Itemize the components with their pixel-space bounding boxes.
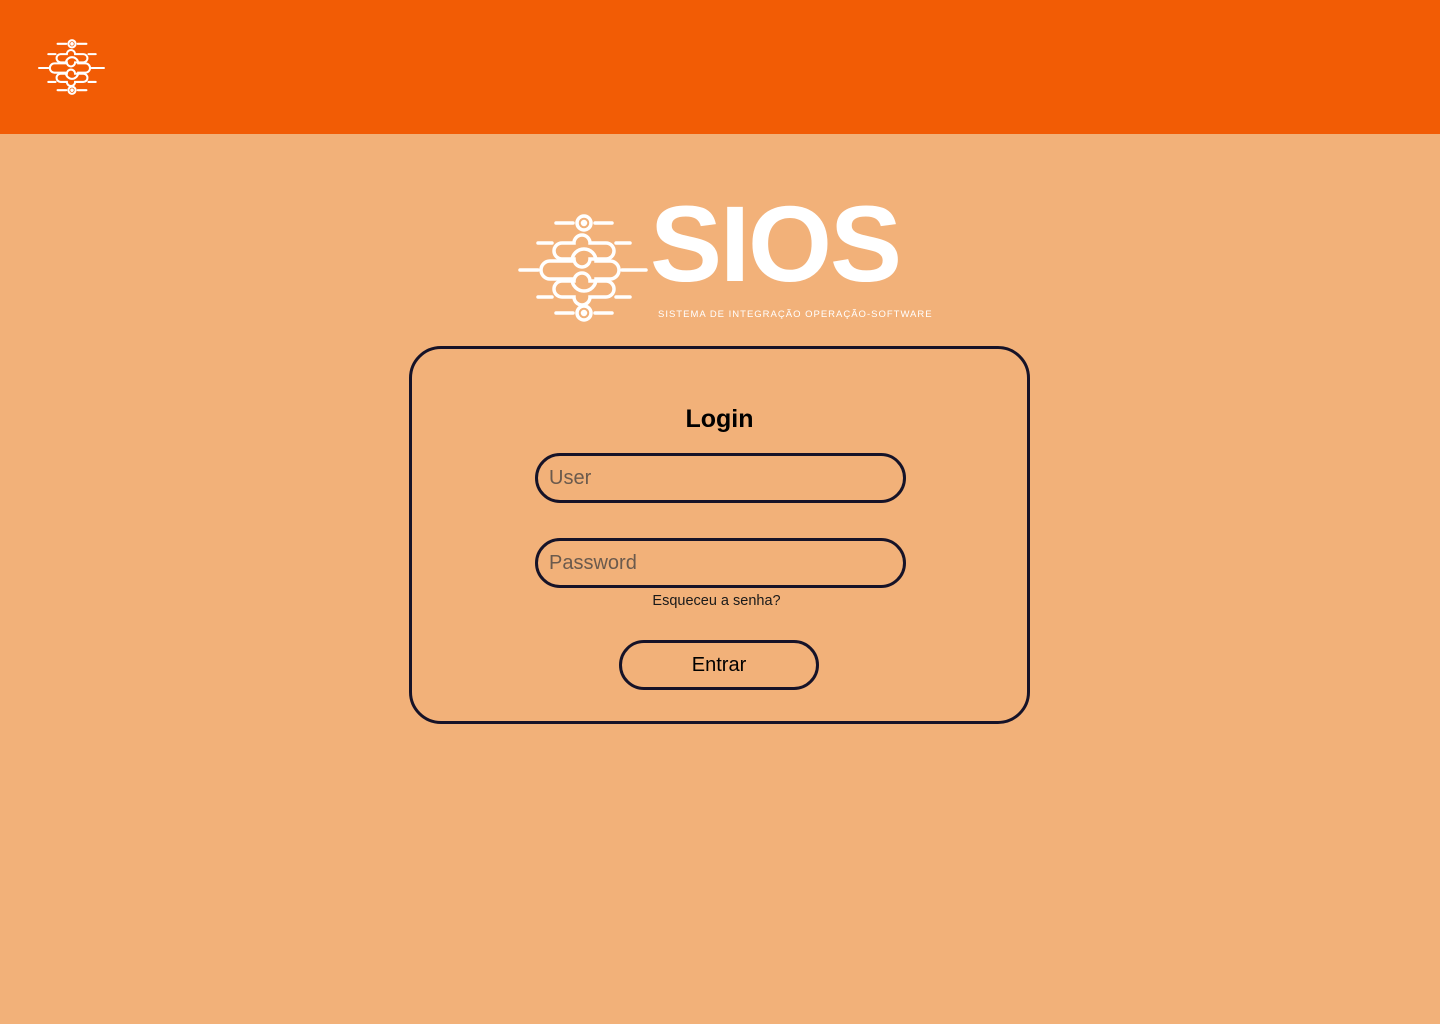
sios-logo-icon[interactable] — [38, 38, 106, 96]
user-input[interactable] — [535, 453, 906, 503]
password-input[interactable] — [535, 538, 906, 588]
login-submit-button[interactable]: Entrar — [619, 640, 819, 690]
sios-brand: SIOS SISTEMA DE INTEGRAÇÃO OPERAÇÃO-SOFT… — [518, 190, 932, 325]
sios-network-logo-icon — [518, 213, 650, 323]
forgot-password-link[interactable]: Esqueceu a senha? — [412, 593, 1021, 609]
brand-name: SIOS — [650, 183, 902, 304]
top-bar — [0, 0, 1440, 134]
login-title: Login — [685, 405, 754, 433]
brand-tagline: SISTEMA DE INTEGRAÇÃO OPERAÇÃO-SOFTWARE — [658, 309, 933, 320]
login-card: Login Esqueceu a senha? Entrar — [409, 346, 1030, 724]
